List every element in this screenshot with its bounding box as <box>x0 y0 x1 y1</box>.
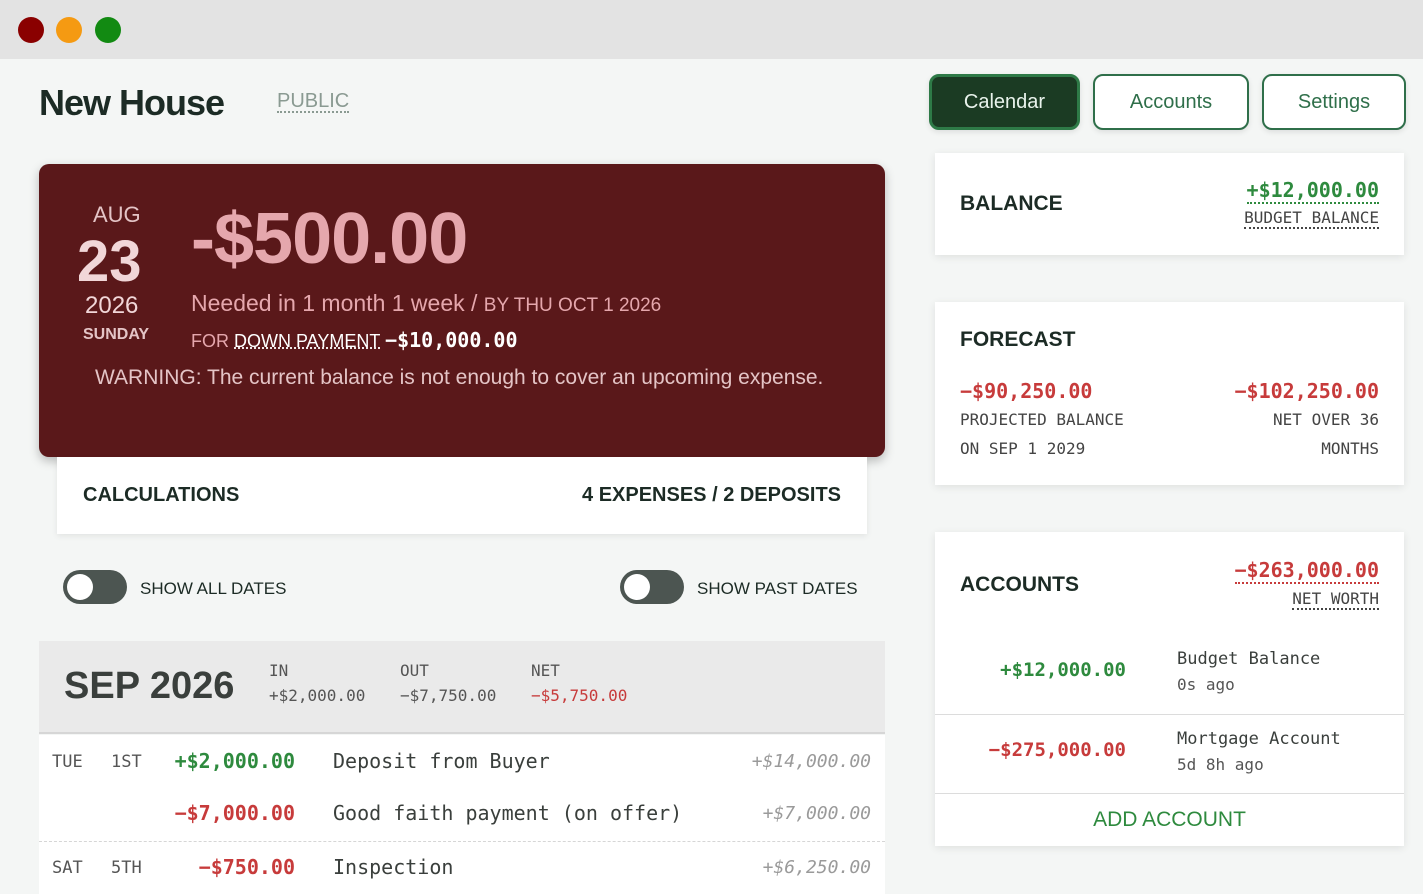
table-row[interactable]: SAT 5TH −$750.00 Inspection +$6,250.00 <box>39 841 885 894</box>
month-in: IN +$2,000.00 <box>269 661 365 705</box>
month-out-value: −$7,750.00 <box>400 686 497 705</box>
month-header: SEP 2026 IN +$2,000.00 OUT −$7,750.00 NE… <box>39 641 885 734</box>
table-row[interactable]: TUE 1ST +$2,000.00 Deposit from Buyer +$… <box>39 735 885 788</box>
row-description: Good faith payment (on offer) <box>333 801 683 825</box>
month-net-value: −$5,750.00 <box>531 686 628 705</box>
toggle-knob <box>624 574 650 600</box>
calculations-bar[interactable]: CALCULATIONS 4 EXPENSES / 2 DEPOSITS <box>57 457 867 534</box>
row-day: 1ST <box>111 752 142 772</box>
calendar-button[interactable]: Calendar <box>929 74 1080 130</box>
projected-balance-label: PROJECTED BALANCE <box>960 410 1124 429</box>
month-out-label: OUT <box>400 661 429 680</box>
upcoming-expense-alert: AUG 23 2026 SUNDAY -$500.00 Needed in 1 … <box>39 164 885 457</box>
add-account-button[interactable]: ADD ACCOUNT <box>935 793 1404 846</box>
forecast-card: FORECAST −$90,250.00 PROJECTED BALANCE O… <box>935 302 1404 485</box>
alert-weekday: SUNDAY <box>83 326 150 343</box>
visibility-badge[interactable]: PUBLIC <box>277 91 350 113</box>
row-amount: −$750.00 <box>198 855 295 879</box>
row-running-balance: +$6,250.00 <box>762 857 871 878</box>
account-row[interactable]: +$12,000.00 Budget Balance 0s ago <box>935 635 1404 714</box>
month-out: OUT −$7,750.00 <box>400 661 496 705</box>
alert-for: FOR DOWN PAYMENT −$10,000.00 <box>191 328 518 352</box>
row-description: Deposit from Buyer <box>333 749 550 773</box>
row-weekday: TUE <box>52 752 83 772</box>
alert-needed-text: Needed in 1 month 1 week / <box>191 290 478 316</box>
row-day: 5TH <box>111 858 142 878</box>
projected-balance-date: ON SEP 1 2029 <box>960 439 1086 458</box>
account-name: Mortgage Account <box>1177 729 1341 749</box>
alert-goal-amount: −$10,000.00 <box>385 328 518 352</box>
account-name: Budget Balance <box>1177 649 1321 669</box>
month-name: SEP 2026 <box>64 665 235 707</box>
accounts-title: ACCOUNTS <box>960 573 1079 596</box>
net-worth-value[interactable]: −$263,000.00 <box>1234 558 1379 584</box>
forecast-title: FORECAST <box>960 328 1076 351</box>
net-worth-label[interactable]: NET WORTH <box>1292 589 1379 610</box>
alert-year: 2026 <box>85 292 139 319</box>
net-over-label: NET OVER 36 <box>1273 410 1379 429</box>
account-updated: 5d 8h ago <box>1177 755 1264 774</box>
alert-warning: WARNING: The current balance is not enou… <box>95 366 824 389</box>
show-past-dates-label: SHOW PAST DATES <box>697 579 858 598</box>
row-amount: +$2,000.00 <box>174 749 295 773</box>
month-net-label: NET <box>531 661 560 680</box>
minimize-window-button[interactable] <box>56 17 82 43</box>
calculations-label: CALCULATIONS <box>83 484 240 506</box>
row-running-balance: +$7,000.00 <box>762 803 871 824</box>
calculations-summary: 4 EXPENSES / 2 DEPOSITS <box>582 484 841 506</box>
transaction-list: TUE 1ST +$2,000.00 Deposit from Buyer +$… <box>39 735 885 894</box>
row-description: Inspection <box>333 855 454 879</box>
window-titlebar <box>0 0 1423 59</box>
toggle-knob <box>67 574 93 600</box>
net-over-value: −$102,250.00 <box>1234 379 1380 403</box>
alert-amount: -$500.00 <box>191 199 468 279</box>
balance-card: BALANCE +$12,000.00 BUDGET BALANCE <box>935 153 1404 255</box>
account-updated: 0s ago <box>1177 675 1235 694</box>
balance-label[interactable]: BUDGET BALANCE <box>1244 208 1379 229</box>
show-all-dates-toggle[interactable] <box>63 570 127 604</box>
alert-for-label: FOR <box>191 331 229 351</box>
month-net: NET −$5,750.00 <box>531 661 627 705</box>
month-in-label: IN <box>269 661 289 680</box>
show-past-dates-toggle[interactable] <box>620 570 684 604</box>
alert-needed: Needed in 1 month 1 week / BY THU OCT 1 … <box>191 290 661 317</box>
account-amount: −$275,000.00 <box>988 739 1126 761</box>
month-in-value: +$2,000.00 <box>269 686 366 705</box>
row-weekday: SAT <box>52 858 83 878</box>
show-all-dates-label: SHOW ALL DATES <box>140 579 287 598</box>
alert-due-date: BY THU OCT 1 2026 <box>483 295 662 316</box>
row-running-balance: +$14,000.00 <box>751 751 871 772</box>
row-amount: −$7,000.00 <box>174 801 295 825</box>
balance-title: BALANCE <box>960 192 1063 215</box>
account-amount: +$12,000.00 <box>1000 659 1126 681</box>
page-title: New House <box>39 82 225 123</box>
close-window-button[interactable] <box>18 17 44 43</box>
account-row[interactable]: −$275,000.00 Mortgage Account 5d 8h ago <box>935 714 1404 793</box>
alert-day: 23 <box>77 229 142 294</box>
balance-value[interactable]: +$12,000.00 <box>1246 178 1379 204</box>
accounts-card: ACCOUNTS −$263,000.00 NET WORTH +$12,000… <box>935 532 1404 846</box>
net-over-months: MONTHS <box>1321 439 1379 458</box>
settings-button[interactable]: Settings <box>1262 74 1406 130</box>
table-row[interactable]: −$7,000.00 Good faith payment (on offer)… <box>39 787 885 840</box>
accounts-button[interactable]: Accounts <box>1093 74 1249 130</box>
projected-balance-value: −$90,250.00 <box>960 379 1093 403</box>
alert-month: AUG <box>93 202 141 227</box>
maximize-window-button[interactable] <box>95 17 121 43</box>
down-payment-link[interactable]: DOWN PAYMENT <box>234 331 380 351</box>
